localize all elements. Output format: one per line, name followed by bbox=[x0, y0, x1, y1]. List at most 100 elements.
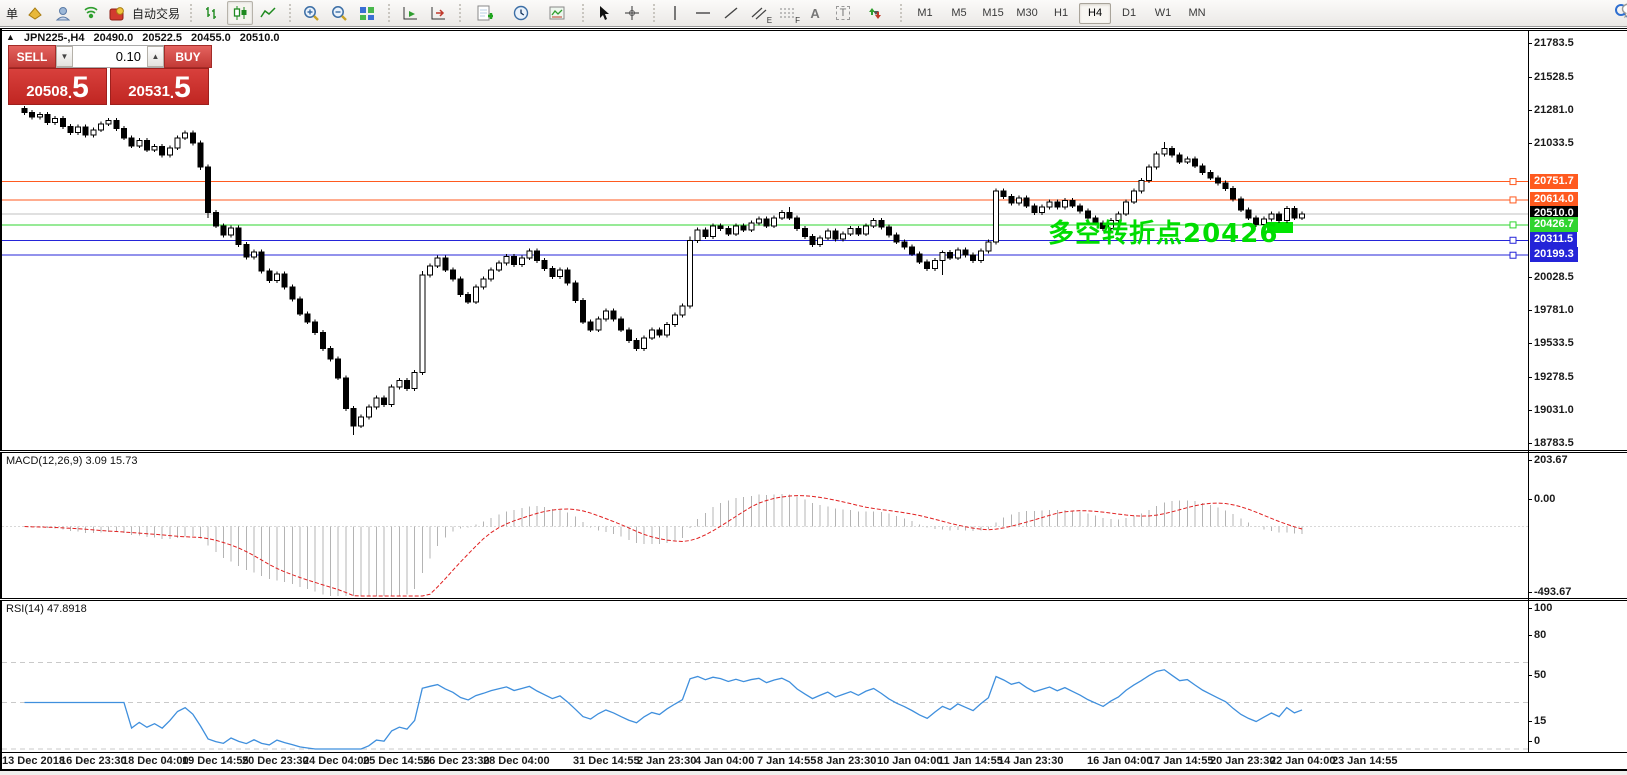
candlestick-chart-icon[interactable] bbox=[227, 1, 253, 25]
text-tool-icon[interactable]: A bbox=[802, 1, 828, 25]
ohlc-high: 20522.5 bbox=[142, 32, 182, 44]
time-label: 28 Dec 04:00 bbox=[483, 755, 550, 767]
timeframe-m15[interactable]: M15 bbox=[977, 3, 1009, 24]
fibo-sub-letter: F bbox=[795, 17, 800, 25]
zoom-out-icon[interactable] bbox=[326, 1, 352, 25]
toolbar-separator bbox=[456, 2, 463, 24]
time-label: 18 Dec 04:00 bbox=[122, 755, 189, 767]
auto-scroll-icon[interactable] bbox=[397, 1, 423, 25]
price-tick-label: 21783.5 bbox=[1534, 37, 1574, 49]
autotrading-icon[interactable] bbox=[106, 1, 128, 25]
price-level-label: 20614.0 bbox=[1530, 192, 1578, 207]
timeframe-m1[interactable]: M1 bbox=[909, 3, 941, 24]
timeframe-mn[interactable]: MN bbox=[1181, 3, 1213, 24]
templates-icon[interactable] bbox=[540, 1, 574, 25]
new-order-button[interactable]: 单 bbox=[4, 5, 20, 22]
time-label: 16 Dec 23:30 bbox=[60, 755, 127, 767]
fibonacci-tool-icon[interactable]: F bbox=[774, 1, 800, 25]
rsi-line bbox=[25, 670, 1303, 749]
time-label: 13 Dec 2018 bbox=[2, 755, 65, 767]
buy-price-main: 20531 bbox=[128, 82, 170, 102]
time-label: 26 Dec 23:30 bbox=[423, 755, 490, 767]
symbol-period-label: JPN225-,H4 bbox=[24, 32, 85, 44]
rsi-tick-label: 15 bbox=[1534, 715, 1546, 727]
timeframe-m30[interactable]: M30 bbox=[1011, 3, 1043, 24]
timeframe-d1[interactable]: D1 bbox=[1113, 3, 1145, 24]
time-label: 2 Jan 23:30 bbox=[637, 755, 696, 767]
line-chart-icon[interactable] bbox=[255, 1, 281, 25]
toolbar-separator bbox=[897, 2, 904, 24]
volume-stepper: ▼ 0.10 ▲ bbox=[56, 45, 164, 68]
macd-histogram bbox=[25, 494, 1303, 596]
zoom-in-icon[interactable] bbox=[298, 1, 324, 25]
toolbar-separator bbox=[187, 2, 194, 24]
time-label: 24 Dec 04:00 bbox=[303, 755, 370, 767]
text-label-tool-icon[interactable]: T bbox=[830, 1, 856, 25]
main-price-chart[interactable] bbox=[2, 31, 1528, 450]
time-label: 7 Jan 14:55 bbox=[757, 755, 816, 767]
buy-button[interactable]: BUY bbox=[164, 45, 212, 68]
volume-input[interactable]: 0.10 bbox=[73, 46, 147, 67]
timeframe-h1[interactable]: H1 bbox=[1045, 3, 1077, 24]
ohlc-low: 20455.0 bbox=[191, 32, 231, 44]
macd-tick-label: 203.67 bbox=[1534, 454, 1568, 466]
cursor-icon[interactable] bbox=[591, 1, 617, 25]
sell-button[interactable]: SELL bbox=[8, 45, 56, 68]
rsi-tick-label: 0 bbox=[1534, 735, 1540, 747]
price-tick-label: 19031.0 bbox=[1534, 404, 1574, 416]
main-toolbar: 单 自动交易 bbox=[0, 0, 1627, 27]
signals-icon[interactable] bbox=[78, 1, 104, 25]
time-label: 20 Jan 23:30 bbox=[1210, 755, 1275, 767]
price-level-label: 20199.3 bbox=[1530, 247, 1578, 262]
crosshair-icon[interactable] bbox=[619, 1, 645, 25]
rsi-tick-label: 50 bbox=[1534, 669, 1546, 681]
timeframe-h4[interactable]: H4 bbox=[1079, 3, 1111, 24]
timeframe-m5[interactable]: M5 bbox=[943, 3, 975, 24]
time-label: 16 Jan 04:00 bbox=[1087, 755, 1152, 767]
autotrading-label[interactable]: 自动交易 bbox=[130, 5, 182, 22]
trendline-tool-icon[interactable] bbox=[718, 1, 744, 25]
gold-icon[interactable] bbox=[22, 1, 48, 25]
tile-windows-icon[interactable] bbox=[354, 1, 380, 25]
bar-chart-icon[interactable] bbox=[199, 1, 225, 25]
market-icon[interactable] bbox=[50, 1, 76, 25]
vertical-line-tool-icon[interactable] bbox=[662, 1, 688, 25]
time-label: 20 Dec 23:30 bbox=[242, 755, 309, 767]
price-tick-label: 21528.5 bbox=[1534, 71, 1574, 83]
ohlc-close: 20510.0 bbox=[240, 32, 280, 44]
price-level-label: 20426.7 bbox=[1530, 217, 1578, 232]
macd-label: MACD(12,26,9) 3.09 15.73 bbox=[6, 455, 137, 467]
buy-price[interactable]: 20531.5 bbox=[110, 68, 209, 105]
time-label: 23 Jan 14:55 bbox=[1332, 755, 1397, 767]
price-tick-label: 21281.0 bbox=[1534, 104, 1574, 116]
indicators-icon[interactable] bbox=[468, 1, 502, 25]
arrows-tool-icon[interactable] bbox=[858, 1, 892, 25]
sell-price[interactable]: 20508.5 bbox=[8, 68, 107, 105]
price-tick-label: 20028.5 bbox=[1534, 271, 1574, 283]
price-tick-label: 19533.5 bbox=[1534, 337, 1574, 349]
window-footer-strip bbox=[0, 771, 1627, 775]
chart-window: ▲ JPN225-,H4 20490.0 20522.5 20455.0 205… bbox=[0, 27, 1627, 775]
chart-title: ▲ JPN225-,H4 20490.0 20522.5 20455.0 205… bbox=[6, 32, 280, 44]
collapse-triangle-icon[interactable]: ▲ bbox=[6, 32, 15, 44]
volume-increase-button[interactable]: ▲ bbox=[147, 46, 164, 67]
level-lines bbox=[2, 179, 1528, 259]
price-level-label: 20751.7 bbox=[1530, 174, 1578, 189]
price-axis-line bbox=[1528, 31, 1529, 752]
equidistant-channel-tool-icon[interactable]: E bbox=[746, 1, 772, 25]
time-label: 8 Jan 23:30 bbox=[817, 755, 876, 767]
timeframe-w1[interactable]: W1 bbox=[1147, 3, 1179, 24]
rsi-indicator-chart[interactable] bbox=[2, 601, 1528, 752]
toolbar-separator bbox=[579, 2, 586, 24]
periods-clock-icon[interactable] bbox=[504, 1, 538, 25]
sell-price-pip: 5 bbox=[72, 74, 89, 102]
toolbar-separator bbox=[650, 2, 657, 24]
volume-decrease-button[interactable]: ▼ bbox=[56, 46, 73, 67]
macd-indicator-chart[interactable] bbox=[2, 453, 1528, 598]
candles bbox=[22, 106, 1305, 435]
horizontal-line-tool-icon[interactable] bbox=[690, 1, 716, 25]
chart-shift-icon[interactable] bbox=[425, 1, 451, 25]
channel-sub-letter: E bbox=[767, 17, 772, 25]
time-label: 10 Jan 04:00 bbox=[877, 755, 942, 767]
buy-price-pip: 5 bbox=[174, 74, 191, 102]
